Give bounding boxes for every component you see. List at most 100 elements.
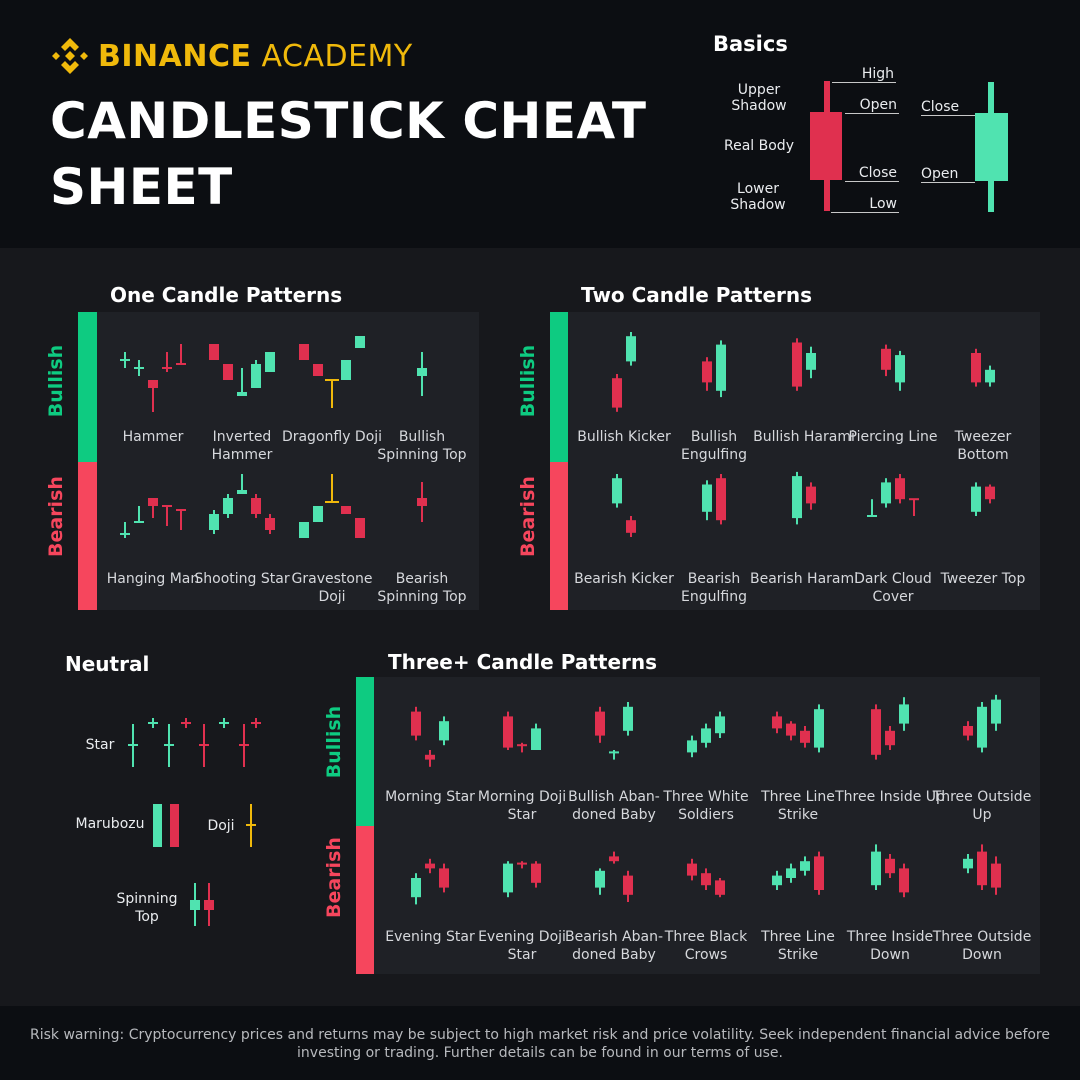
candle — [411, 706, 421, 741]
two-bullish-label: Bullish — [517, 344, 539, 418]
two-bullish-bar — [550, 312, 568, 462]
spinning-bull-body — [190, 900, 200, 910]
three-outside-down-label: Three Outside Down — [932, 929, 1032, 963]
bullish-abandoned-baby-chart — [595, 702, 633, 760]
candle-body — [411, 878, 421, 898]
three-outside-up-chart — [963, 694, 1001, 753]
bullish-engulfing-chart — [702, 340, 726, 398]
bearish-kicker-chart — [612, 474, 636, 537]
candle-body — [871, 851, 881, 886]
candle-body — [772, 875, 782, 886]
candle-body — [885, 730, 895, 746]
candle — [134, 506, 144, 523]
doji-cross — [120, 533, 130, 535]
doji-cross — [609, 751, 619, 754]
doji-cross — [120, 359, 130, 361]
bull-close-label: Close — [921, 99, 975, 116]
inverted-hammer-chart — [209, 344, 275, 396]
candle — [120, 352, 130, 368]
candle-body — [702, 484, 712, 512]
candle — [325, 474, 339, 503]
candle — [148, 498, 158, 518]
spinning-bear-body — [204, 900, 214, 910]
candle-body — [991, 863, 1001, 888]
candle-body — [977, 851, 987, 886]
candle-body — [786, 723, 796, 736]
candle — [971, 482, 981, 516]
candle — [715, 711, 725, 738]
candle-body — [595, 870, 605, 888]
candle-body — [792, 476, 802, 519]
three-candle-title: Three+ Candle Patterns — [388, 650, 658, 674]
candle-body — [355, 336, 365, 348]
candle-body — [209, 344, 219, 360]
bearish-abandoned-baby-chart — [595, 851, 633, 902]
candle — [425, 750, 435, 767]
candle — [341, 360, 351, 380]
candle-body — [786, 868, 796, 878]
candle-body — [814, 856, 824, 890]
candle-body — [701, 728, 711, 743]
candle — [120, 522, 130, 538]
candle — [716, 340, 726, 398]
candle — [341, 506, 351, 514]
candle-body — [687, 863, 697, 876]
morning-star-chart — [411, 706, 449, 767]
bullish-spinning-top-label: Bullish Spinning Top — [377, 429, 467, 463]
candle-body — [503, 716, 513, 748]
two-bearish-bar — [550, 462, 568, 610]
doji-cross — [162, 505, 172, 507]
candle — [715, 878, 725, 898]
candle — [531, 861, 541, 888]
candle — [265, 352, 275, 372]
candle — [800, 856, 810, 876]
candle-body — [800, 861, 810, 871]
candle — [176, 344, 186, 365]
doji-cross — [134, 367, 144, 369]
candle-body — [701, 873, 711, 886]
star-plus-h — [148, 722, 158, 724]
candle-wick — [180, 344, 182, 364]
candle — [701, 868, 711, 890]
candle — [162, 352, 172, 372]
candle — [223, 494, 233, 518]
binance-logo-icon — [52, 38, 88, 74]
candle — [899, 697, 909, 731]
candle — [265, 514, 275, 534]
candle — [701, 723, 711, 748]
candle-body — [963, 726, 973, 736]
gravestone-doji-chart — [299, 474, 365, 538]
candle — [237, 368, 247, 396]
candle-body — [800, 730, 810, 743]
candle-body — [626, 520, 636, 533]
doji-cross — [909, 498, 919, 501]
candle-body — [716, 478, 726, 521]
three-bullish-bar — [356, 677, 374, 826]
candle — [909, 498, 919, 516]
candle-body — [341, 506, 351, 514]
candle — [963, 854, 973, 874]
doji-cross — [176, 509, 186, 511]
candle — [792, 338, 802, 391]
candle — [411, 873, 421, 905]
candle-body — [985, 486, 995, 500]
candle — [355, 518, 365, 538]
candle — [503, 861, 513, 898]
three-line-strike-chart — [772, 851, 824, 895]
doji-cross — [517, 744, 527, 747]
brand: BINANCE ACADEMY — [50, 36, 413, 76]
star-candles — [128, 718, 261, 767]
candle — [977, 702, 987, 753]
candle — [687, 858, 697, 881]
upper-shadow-label: Upper Shadow — [731, 82, 787, 114]
candle-wick — [331, 380, 333, 408]
candle-body — [503, 863, 513, 893]
candle-body — [237, 490, 247, 494]
candle-wick — [138, 506, 140, 522]
candle-wick — [241, 368, 243, 396]
candle-body — [265, 518, 275, 530]
candle-body — [425, 863, 435, 869]
candle — [871, 704, 881, 760]
candle-body — [223, 498, 233, 514]
candle-body — [299, 344, 309, 360]
